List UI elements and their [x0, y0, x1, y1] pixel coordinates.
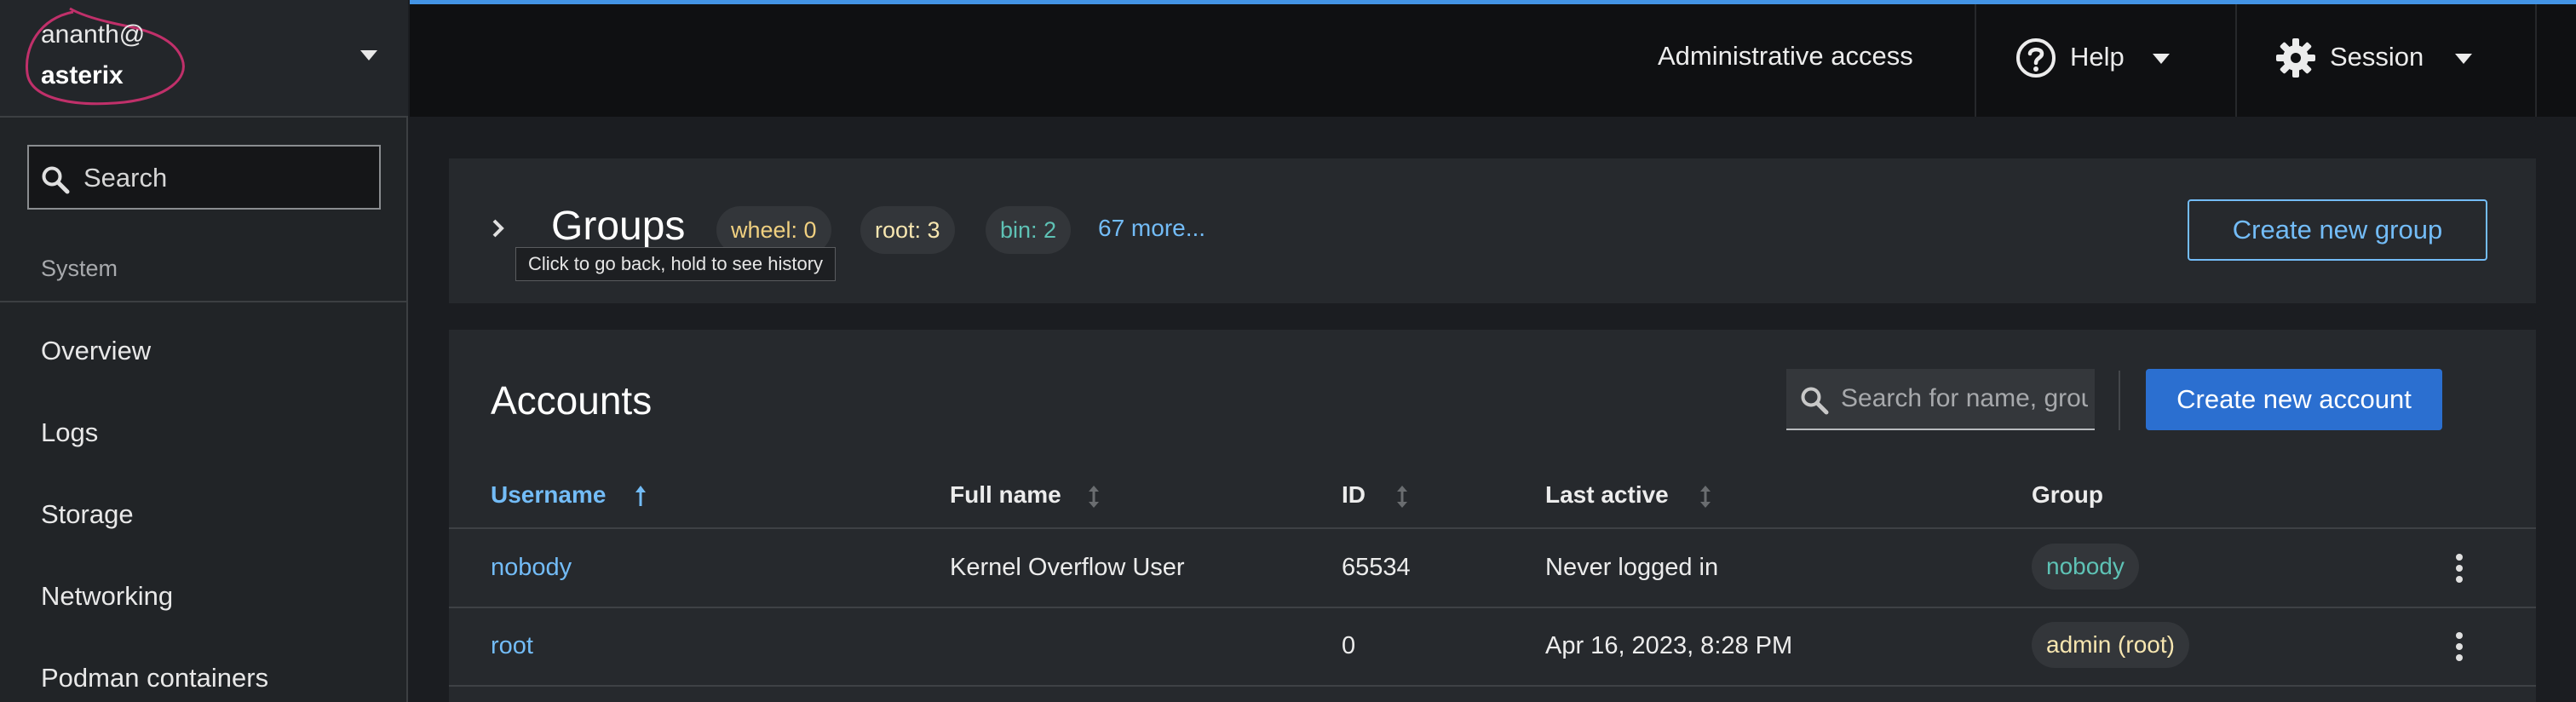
last-active-cell: Never logged in — [1545, 554, 1719, 581]
search-icon — [42, 166, 70, 194]
administrative-access-button[interactable]: Administrative access — [1658, 41, 1913, 72]
username-link[interactable]: nobody — [491, 554, 572, 582]
group-badge: nobody — [2032, 544, 2139, 590]
sidebar-item-podman-containers[interactable]: Podman containers — [41, 663, 268, 693]
group-badge: admin (root) — [2032, 622, 2189, 668]
kebab-menu-icon[interactable] — [2449, 551, 2470, 585]
sidebar-item-overview[interactable]: Overview — [41, 336, 151, 366]
divider — [1975, 4, 1976, 117]
host-user: ananth@ — [41, 20, 146, 49]
gear-icon — [2276, 38, 2315, 78]
divider — [0, 301, 406, 302]
chevron-right-icon[interactable] — [492, 218, 505, 239]
create-new-account-button[interactable]: Create new account — [2146, 369, 2442, 430]
full-name-cell: Kernel Overflow User — [950, 554, 1185, 581]
caret-down-icon[interactable] — [359, 49, 378, 61]
accounts-search-input[interactable]: Search for name, grou... — [1786, 369, 2095, 430]
sort-icon[interactable] — [1396, 485, 1408, 509]
last-active-cell: Apr 16, 2023, 8:28 PM — [1545, 632, 1793, 659]
sidebar-search-input[interactable]: Search — [27, 145, 381, 210]
divider — [449, 685, 2536, 687]
column-header-group: Group — [2032, 481, 2103, 508]
divider — [449, 607, 2536, 608]
accounts-card: Accounts Search for name, grou... Create… — [449, 330, 2536, 702]
accounts-search-placeholder: Search for name, grou... — [1841, 384, 2088, 412]
host-switcher[interactable]: ananth@ asterix — [0, 0, 408, 118]
host-name: asterix — [41, 61, 124, 89]
sort-ascending-icon[interactable] — [635, 485, 647, 507]
caret-down-icon — [2455, 54, 2472, 64]
sidebar: ananth@ asterix Search System Overview L… — [0, 0, 408, 702]
id-cell: 0 — [1342, 632, 1356, 659]
groups-title: Groups — [551, 204, 686, 249]
help-icon — [2016, 38, 2056, 78]
help-label: Help — [2070, 42, 2125, 72]
caret-down-icon — [2153, 54, 2170, 64]
top-bar: Administrative access Help Session — [410, 0, 2576, 117]
divider — [2119, 371, 2120, 430]
column-header-last-active[interactable]: Last active — [1545, 481, 1669, 509]
session-menu-button[interactable]: Session — [2275, 34, 2497, 82]
tooltip: Click to go back, hold to see history — [515, 247, 837, 281]
sidebar-item-logs[interactable]: Logs — [41, 417, 98, 448]
username-link[interactable]: root — [491, 632, 533, 660]
top-accent-bar — [410, 0, 2576, 4]
divider — [2235, 4, 2237, 117]
groups-card: Groups wheel: 0 root: 3 bin: 2 67 more..… — [449, 158, 2536, 303]
kebab-menu-icon[interactable] — [2449, 630, 2470, 664]
column-header-full-name[interactable]: Full name — [950, 481, 1061, 509]
divider — [2535, 4, 2537, 117]
help-menu-button[interactable]: Help — [2015, 34, 2237, 82]
group-pill-bin[interactable]: bin: 2 — [986, 206, 1072, 254]
create-new-group-button[interactable]: Create new group — [2188, 199, 2487, 261]
column-header-id[interactable]: ID — [1342, 481, 1366, 509]
id-cell: 65534 — [1342, 554, 1411, 581]
accounts-title: Accounts — [491, 378, 653, 423]
divider — [449, 527, 2536, 529]
sidebar-item-storage[interactable]: Storage — [41, 499, 134, 530]
sidebar-item-networking[interactable]: Networking — [41, 581, 173, 612]
column-header-username[interactable]: Username — [491, 481, 606, 509]
session-label: Session — [2330, 42, 2424, 72]
nav-section-system: System — [41, 256, 118, 281]
sort-icon[interactable] — [1088, 485, 1100, 509]
groups-more-link[interactable]: 67 more... — [1098, 215, 1205, 242]
search-icon — [1801, 387, 1829, 415]
group-pill-root[interactable]: root: 3 — [860, 206, 955, 254]
sort-icon[interactable] — [1699, 485, 1711, 509]
sidebar-search-label: Search — [83, 163, 168, 193]
